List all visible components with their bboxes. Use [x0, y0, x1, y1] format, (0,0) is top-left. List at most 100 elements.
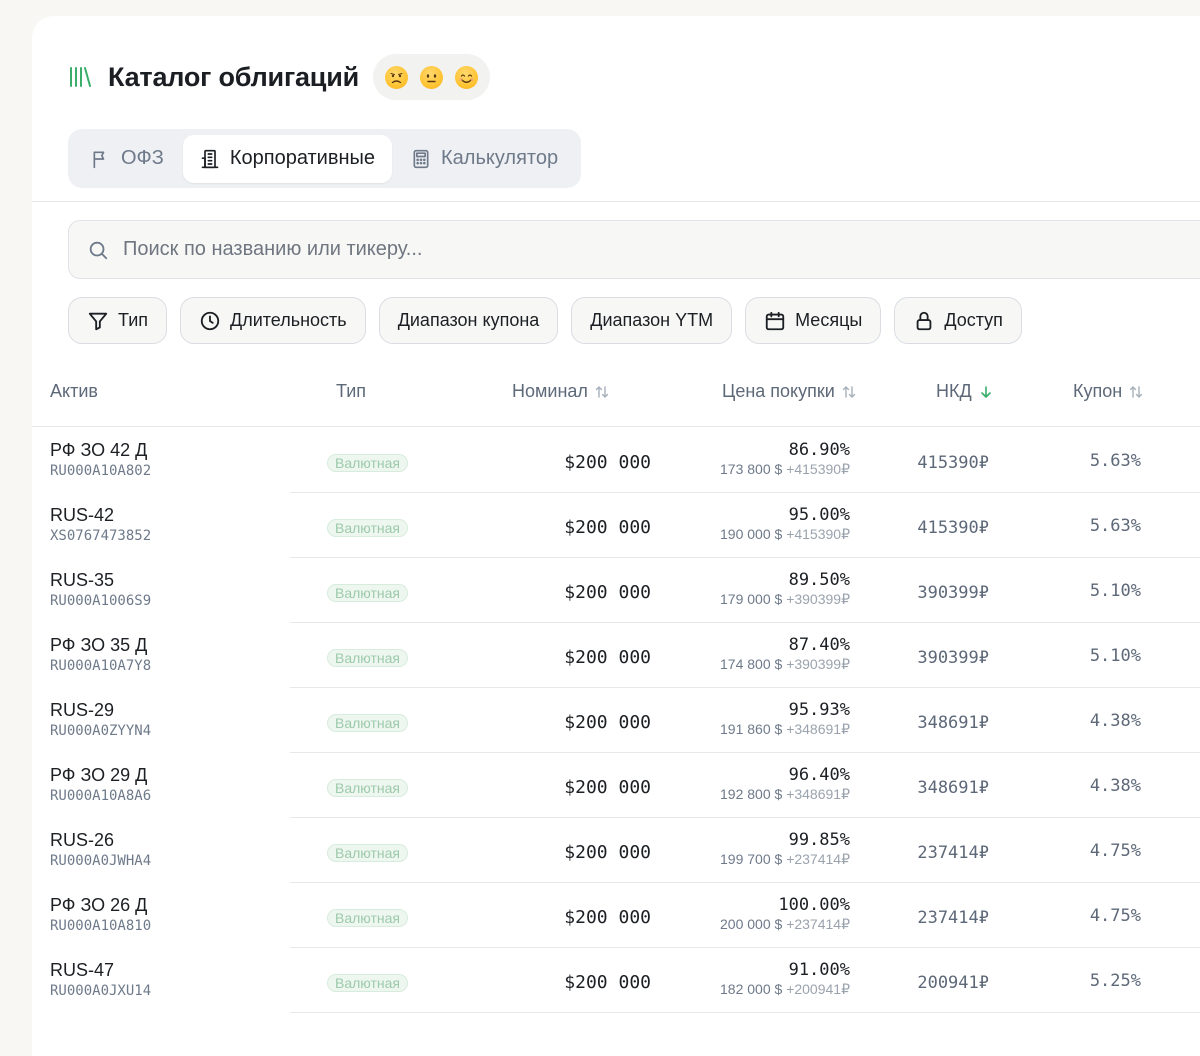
- column-label: Тип: [336, 381, 367, 401]
- price-cell: 99.85% 199 700 $ +237414₽: [720, 830, 850, 868]
- nominal-value: $200 000: [564, 582, 651, 603]
- asset-cell: РФ ЗО 35 Д RU000A10A7Y8: [50, 635, 151, 674]
- filter-ytm-range-button[interactable]: Диапазон YTM: [571, 297, 733, 344]
- table-row[interactable]: RUS-26 RU000A0JWHA4 Валютная $200 000 99…: [32, 818, 1200, 883]
- price-cell: 95.00% 190 000 $ +415390₽: [720, 505, 850, 543]
- tab-calculator[interactable]: Калькулятор: [394, 135, 575, 183]
- price-details: 182 000 $ +200941₽: [720, 981, 850, 998]
- price-cell: 100.00% 200 000 $ +237414₽: [720, 895, 850, 933]
- filter-coupon-range-button[interactable]: Диапазон купона: [378, 297, 559, 344]
- coupon-value: 5.10%: [1089, 581, 1141, 601]
- asset-cell: RUS-47 RU000A0JXU14: [50, 960, 151, 999]
- asset-cell: РФ ЗО 42 Д RU000A10A802: [50, 440, 151, 479]
- calculator-icon: [413, 149, 429, 168]
- column-asset: Актив: [50, 381, 98, 402]
- filter-label: Тип: [118, 310, 149, 330]
- asset-cell: RUS-29 RU000A0ZYYN4: [50, 700, 151, 739]
- sort-icon: [842, 385, 855, 398]
- column-nominal[interactable]: Номинал: [512, 381, 610, 402]
- table-row[interactable]: RUS-42 XS0767473852 Валютная $200 000 95…: [32, 493, 1200, 558]
- neutral-face-icon[interactable]: [420, 65, 444, 89]
- table-row[interactable]: РФ ЗО 29 Д RU000A10A8A6 Валютная $200 00…: [32, 753, 1200, 818]
- asset-cell: РФ ЗО 29 Д RU000A10A8A6: [50, 765, 151, 804]
- asset-cell: RUS-35 RU000A1006S9: [50, 570, 151, 609]
- tab-ofz[interactable]: ОФЗ: [74, 135, 181, 183]
- tab-label: Корпоративные: [229, 147, 375, 169]
- price-accrued: +348691₽: [786, 721, 850, 737]
- asset-name: РФ ЗО 42 Д: [50, 440, 148, 460]
- tab-label: ОФЗ: [121, 147, 164, 169]
- price-cell: 89.50% 179 000 $ +390399₽: [720, 570, 850, 608]
- asset-ticker: RU000A1006S9: [50, 593, 152, 609]
- price-amount: 199 700 $: [720, 851, 783, 867]
- filter-label: Доступ: [944, 310, 1003, 330]
- asset-cell: РФ ЗО 26 Д RU000A10A810: [50, 895, 151, 934]
- type-badge: Валютная: [327, 714, 408, 732]
- column-price[interactable]: Цена покупки: [722, 381, 857, 402]
- table-row[interactable]: RUS-47 RU000A0JXU14 Валютная $200 000 91…: [32, 948, 1200, 1013]
- asset-name: RUS-47: [50, 960, 115, 980]
- price-accrued: +348691₽: [786, 786, 850, 802]
- feedback-emojis: [373, 54, 491, 100]
- tab-label: Калькулятор: [441, 147, 559, 169]
- price-accrued: +237414₽: [786, 851, 850, 867]
- price-cell: 87.40% 174 800 $ +390399₽: [720, 635, 850, 673]
- price-accrued: +390399₽: [786, 591, 850, 607]
- filter-months-button[interactable]: Месяцы: [745, 297, 882, 344]
- column-coupon[interactable]: Купон: [1073, 381, 1144, 402]
- asset-name: RUS-26: [50, 830, 115, 850]
- sort-icon: [1129, 385, 1143, 398]
- nominal-value: $200 000: [564, 842, 651, 863]
- column-nkd[interactable]: НКД: [936, 381, 994, 402]
- nkd-value: 237414₽: [917, 843, 989, 863]
- nominal-value: $200 000: [564, 452, 651, 473]
- coupon-value: 4.75%: [1089, 841, 1141, 861]
- price-amount: 182 000 $: [720, 981, 783, 997]
- nominal-value: $200 000: [564, 517, 651, 538]
- search-box[interactable]: [68, 220, 1200, 279]
- filter-bar: Тип Длительность Диапазон купона Диапазо…: [68, 297, 1022, 344]
- filter-duration-button[interactable]: Длительность: [180, 297, 366, 344]
- asset-cell: RUS-42 XS0767473852: [50, 505, 151, 544]
- search-input[interactable]: [123, 238, 1023, 261]
- table-row[interactable]: RUS-35 RU000A1006S9 Валютная $200 000 89…: [32, 558, 1200, 623]
- tab-bar: ОФЗ Корпоративные Калькулятор: [68, 129, 582, 188]
- filter-label: Диапазон YTM: [590, 310, 714, 330]
- smiling-face-icon[interactable]: [455, 65, 479, 89]
- table-row[interactable]: РФ ЗО 42 Д RU000A10A802 Валютная $200 00…: [32, 428, 1200, 493]
- table-row[interactable]: РФ ЗО 35 Д RU000A10A7Y8 Валютная $200 00…: [32, 623, 1200, 688]
- price-cell: 86.90% 173 800 $ +415390₽: [720, 440, 850, 478]
- price-details: 173 800 $ +415390₽: [720, 461, 850, 478]
- nkd-value: 200941₽: [917, 973, 989, 993]
- price-accrued: +415390₽: [786, 526, 850, 542]
- price-cell: 95.93% 191 860 $ +348691₽: [720, 700, 850, 738]
- sort-desc-icon: [980, 385, 991, 398]
- building-icon: [201, 149, 219, 168]
- asset-ticker: RU000A10A8A6: [50, 788, 152, 804]
- price-details: 199 700 $ +237414₽: [720, 851, 850, 868]
- asset-ticker: XS0767473852: [50, 528, 152, 544]
- filter-label: Диапазон купона: [397, 310, 540, 330]
- coupon-value: 4.75%: [1089, 906, 1141, 926]
- tab-corporate[interactable]: Корпоративные: [182, 134, 392, 183]
- coupon-value: 5.63%: [1089, 516, 1141, 536]
- price-amount: 174 800 $: [720, 656, 783, 672]
- nkd-value: 390399₽: [917, 648, 989, 668]
- nominal-value: $200 000: [564, 777, 651, 798]
- table-row[interactable]: RUS-29 RU000A0ZYYN4 Валютная $200 000 95…: [32, 688, 1200, 753]
- price-amount: 179 000 $: [720, 591, 783, 607]
- filter-type-button[interactable]: Тип: [68, 297, 168, 344]
- filter-access-button[interactable]: Доступ: [894, 297, 1022, 344]
- disappointed-face-icon[interactable]: [385, 65, 409, 89]
- price-cell: 91.00% 182 000 $ +200941₽: [720, 960, 850, 998]
- nkd-value: 237414₽: [917, 908, 989, 928]
- price-amount: 200 000 $: [720, 916, 783, 932]
- nominal-value: $200 000: [564, 712, 651, 733]
- type-badge: Валютная: [327, 649, 408, 667]
- asset-name: РФ ЗО 26 Д: [50, 895, 148, 915]
- nominal-value: $200 000: [564, 972, 651, 993]
- nkd-value: 348691₽: [917, 713, 989, 733]
- table-row[interactable]: РФ ЗО 26 Д RU000A10A810 Валютная $200 00…: [32, 883, 1200, 948]
- price-cell: 96.40% 192 800 $ +348691₽: [720, 765, 850, 803]
- search-icon: [89, 241, 108, 259]
